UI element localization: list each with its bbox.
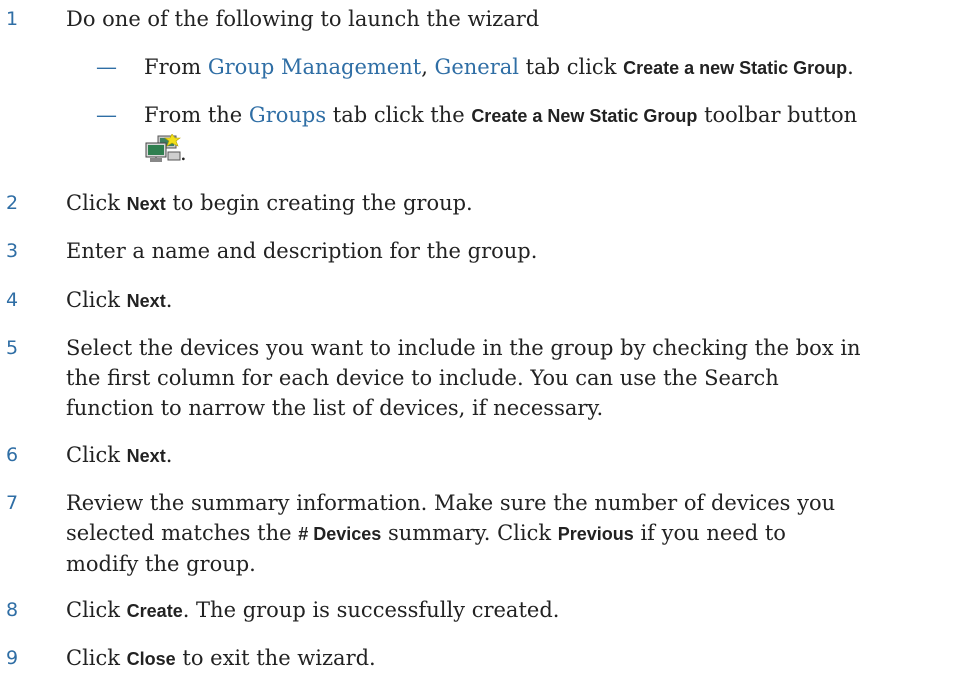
step-text: Do one of the following to launch the wi… [66,7,540,31]
dash-bullet: — [96,103,117,127]
general-tab-link[interactable]: General [435,55,519,79]
step-number: 9 [6,647,19,669]
group-management-link[interactable]: Group Management [208,55,421,79]
step-text: Click Close to exit the wizard. [66,646,376,670]
step-number: 7 [6,492,19,514]
sub-item-2: — From the Groups tab click the Create a… [66,100,966,170]
computer-network-group-icon [145,134,181,162]
step-number: 2 [6,192,19,214]
step-text: Click Next to begin creating the group. [66,191,473,215]
sub-item-text: From Group Management, General tab click… [144,55,854,79]
step-5: 5 Select the devices you want to include… [0,333,973,423]
dash-bullet: — [96,55,117,79]
groups-tab-link[interactable]: Groups [249,103,326,127]
step-number: 1 [6,8,19,30]
bold-label: Create a New Static Group [471,106,698,126]
step-text: Click Create. The group is successfully … [66,598,560,622]
step-text: Review the summary information. Make sur… [66,491,836,576]
bold-label: Create a new Static Group [623,58,848,78]
step-number: 5 [6,337,19,359]
step-text: Click Next. [66,288,173,312]
step-text: Click Next. [66,443,173,467]
step-text: Select the devices you want to include i… [66,336,861,420]
step-7: 7 Review the summary information. Make s… [0,488,973,578]
step-number: 6 [6,444,19,466]
step-number: 3 [6,240,19,262]
sub-item-text: From the Groups tab click the Create a N… [144,103,858,127]
step-number: 8 [6,599,19,621]
step-text: Enter a name and description for the gro… [66,239,538,263]
step-number: 4 [6,289,19,311]
